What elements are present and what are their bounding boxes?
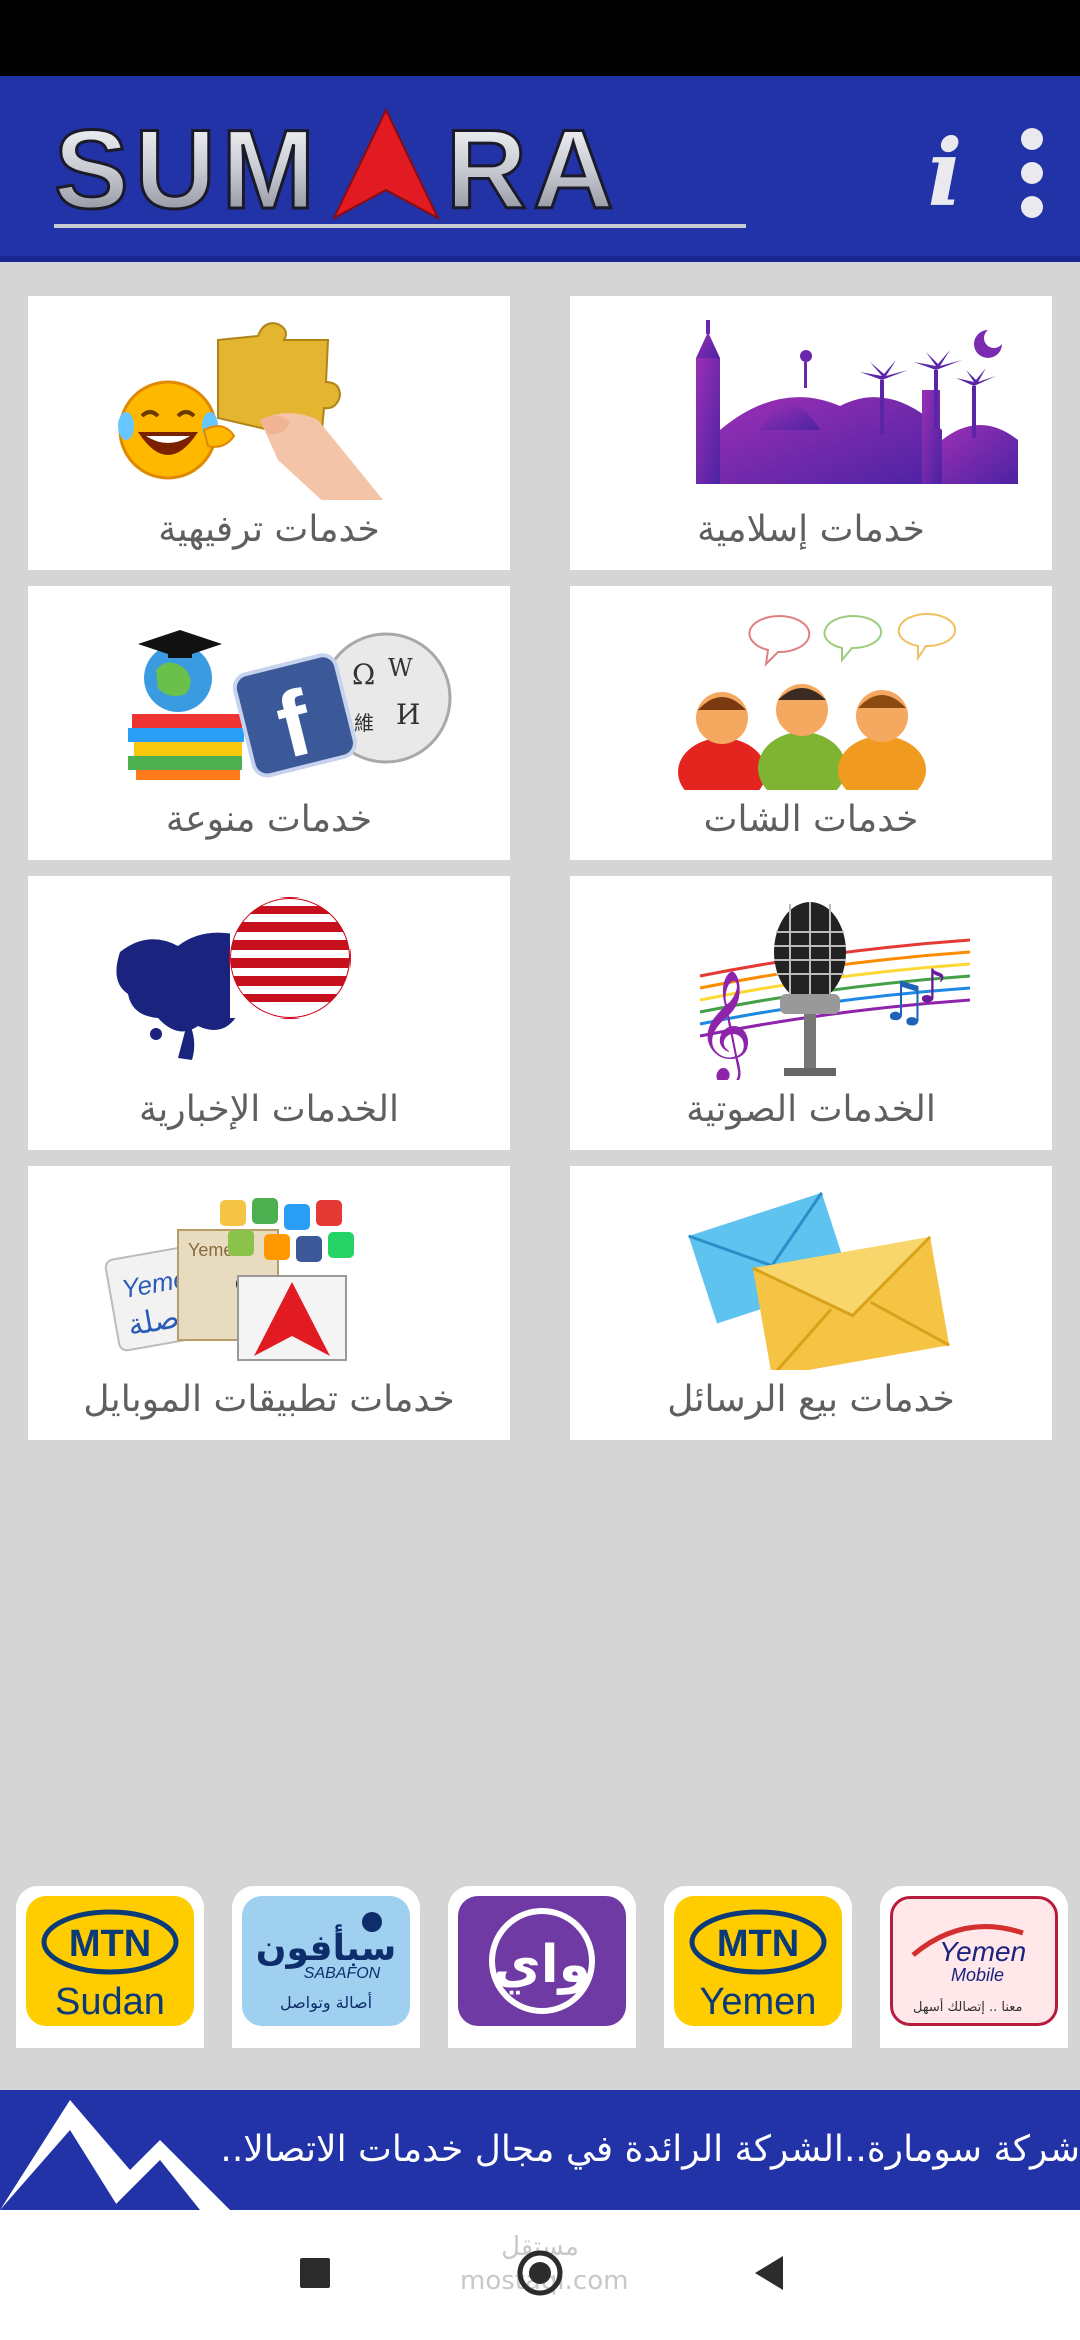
mobile-apps-icon: Yemen وصلة Yemen bbox=[104, 1198, 354, 1361]
sumara-mountain-logo bbox=[0, 2100, 230, 2210]
tile-label: خدمات بيع الرسائل bbox=[667, 1379, 955, 1420]
recent-apps-button[interactable] bbox=[280, 2238, 350, 2308]
tile-islamic-services[interactable]: خدمات إسلامية bbox=[570, 296, 1052, 570]
tile-label: خدمات إسلامية bbox=[697, 509, 925, 550]
tile-label: خدمات تطبيقات الموبايل bbox=[83, 1379, 455, 1420]
mtn-yemen-logo: MTN Yemen bbox=[674, 1896, 842, 2026]
svg-text:SABAFON: SABAFON bbox=[304, 1965, 381, 1982]
tile-news-services[interactable]: الخدمات الإخبارية bbox=[28, 876, 510, 1150]
svg-text:Yemen: Yemen bbox=[700, 1981, 817, 2023]
operator-mtn-sudan[interactable]: MTN Sudan bbox=[16, 1886, 204, 2048]
svg-text:Mobile: Mobile bbox=[951, 1965, 1004, 1985]
tile-label: خدمات منوعة bbox=[165, 799, 373, 840]
sumara-logo: SUM RA bbox=[53, 106, 746, 234]
home-button[interactable] bbox=[505, 2238, 575, 2308]
tile-fun-services[interactable]: خدمات ترفيهية bbox=[28, 296, 510, 570]
svg-text:MTN: MTN bbox=[717, 1923, 799, 1965]
svg-text:И: И bbox=[396, 698, 420, 731]
tile-label: خدمات الشات bbox=[703, 799, 919, 840]
fun-puzzle-icon bbox=[118, 322, 384, 500]
svg-text:W: W bbox=[388, 654, 413, 682]
operator-yemen-mobile[interactable]: Yemen Mobile معنا .. إتصالك أسهل bbox=[880, 1886, 1068, 2048]
more-options-icon[interactable] bbox=[1010, 118, 1060, 228]
svg-text:Sudan: Sudan bbox=[55, 1981, 165, 2023]
svg-text:維: 維 bbox=[354, 711, 374, 735]
tile-chat-services[interactable]: خدمات الشات bbox=[570, 586, 1052, 860]
svg-text:معنا .. إتصالك أسهل: معنا .. إتصالك أسهل bbox=[913, 1998, 1023, 2015]
status-bar bbox=[0, 0, 1080, 76]
tile-audio-services[interactable]: 𝄞 ♫ ♪ الخدمات الصوتية bbox=[570, 876, 1052, 1150]
tile-label: الخدمات الإخبارية bbox=[138, 1089, 399, 1130]
operators-strip: Yemen Mobile معنا .. إتصالك أسهل MTN Yem… bbox=[0, 1882, 1080, 2052]
microphone-music-icon: 𝄞 ♫ ♪ bbox=[696, 902, 971, 1080]
app-header: SUM RA i bbox=[0, 76, 1080, 262]
operator-mtn-yemen[interactable]: MTN Yemen bbox=[664, 1886, 852, 2048]
envelopes-icon bbox=[688, 1191, 950, 1370]
chat-people-icon bbox=[678, 613, 957, 790]
svg-text:𝄞: 𝄞 bbox=[696, 969, 753, 1080]
svg-text:♪: ♪ bbox=[918, 959, 947, 1013]
operator-y-telecom[interactable]: واي bbox=[448, 1886, 636, 2048]
ticker-banner: شركة سومارة..الشركة الرائدة في مجال خدما… bbox=[0, 2090, 1080, 2210]
svg-text:Ω: Ω bbox=[352, 658, 375, 691]
back-button[interactable] bbox=[735, 2238, 805, 2308]
tile-mobile-apps-services[interactable]: Yemen وصلة Yemen خدمات تطبيقات الموبايل bbox=[28, 1166, 510, 1440]
ticker-text: شركة سومارة..الشركة الرائدة في مجال خدما… bbox=[220, 2129, 1080, 2170]
mosque-icon bbox=[696, 320, 1018, 484]
svg-text:MTN: MTN bbox=[69, 1923, 151, 1965]
svg-text:Yemen: Yemen bbox=[939, 1936, 1026, 1967]
misc-globe-books-icon: Ω W И 維 f bbox=[128, 630, 452, 780]
world-news-icon bbox=[116, 897, 351, 1060]
svg-text:واي: واي bbox=[493, 1935, 591, 1995]
y-telecom-logo: واي bbox=[458, 1896, 626, 2026]
system-nav-bar: مستقل mostaql.com bbox=[0, 2210, 1080, 2340]
svg-text:RA: RA bbox=[446, 107, 620, 232]
tile-sms-services[interactable]: خدمات بيع الرسائل bbox=[570, 1166, 1052, 1440]
tile-label: خدمات ترفيهية bbox=[158, 509, 380, 550]
sabafon-logo: سبأفون SABAFON أصالة وتواصل bbox=[242, 1896, 410, 2026]
operator-sabafon[interactable]: سبأفون SABAFON أصالة وتواصل bbox=[232, 1886, 420, 2048]
yemen-mobile-logo: Yemen Mobile معنا .. إتصالك أسهل bbox=[890, 1896, 1058, 2026]
info-icon[interactable]: i bbox=[910, 118, 980, 228]
svg-text:أصالة وتواصل: أصالة وتواصل bbox=[280, 1992, 372, 2013]
svg-text:SUM: SUM bbox=[54, 107, 321, 232]
tile-misc-services[interactable]: Ω W И 維 f خدمات منوعة bbox=[28, 586, 510, 860]
tile-label: الخدمات الصوتية bbox=[686, 1089, 936, 1130]
mtn-sudan-logo: MTN Sudan bbox=[26, 1896, 194, 2026]
